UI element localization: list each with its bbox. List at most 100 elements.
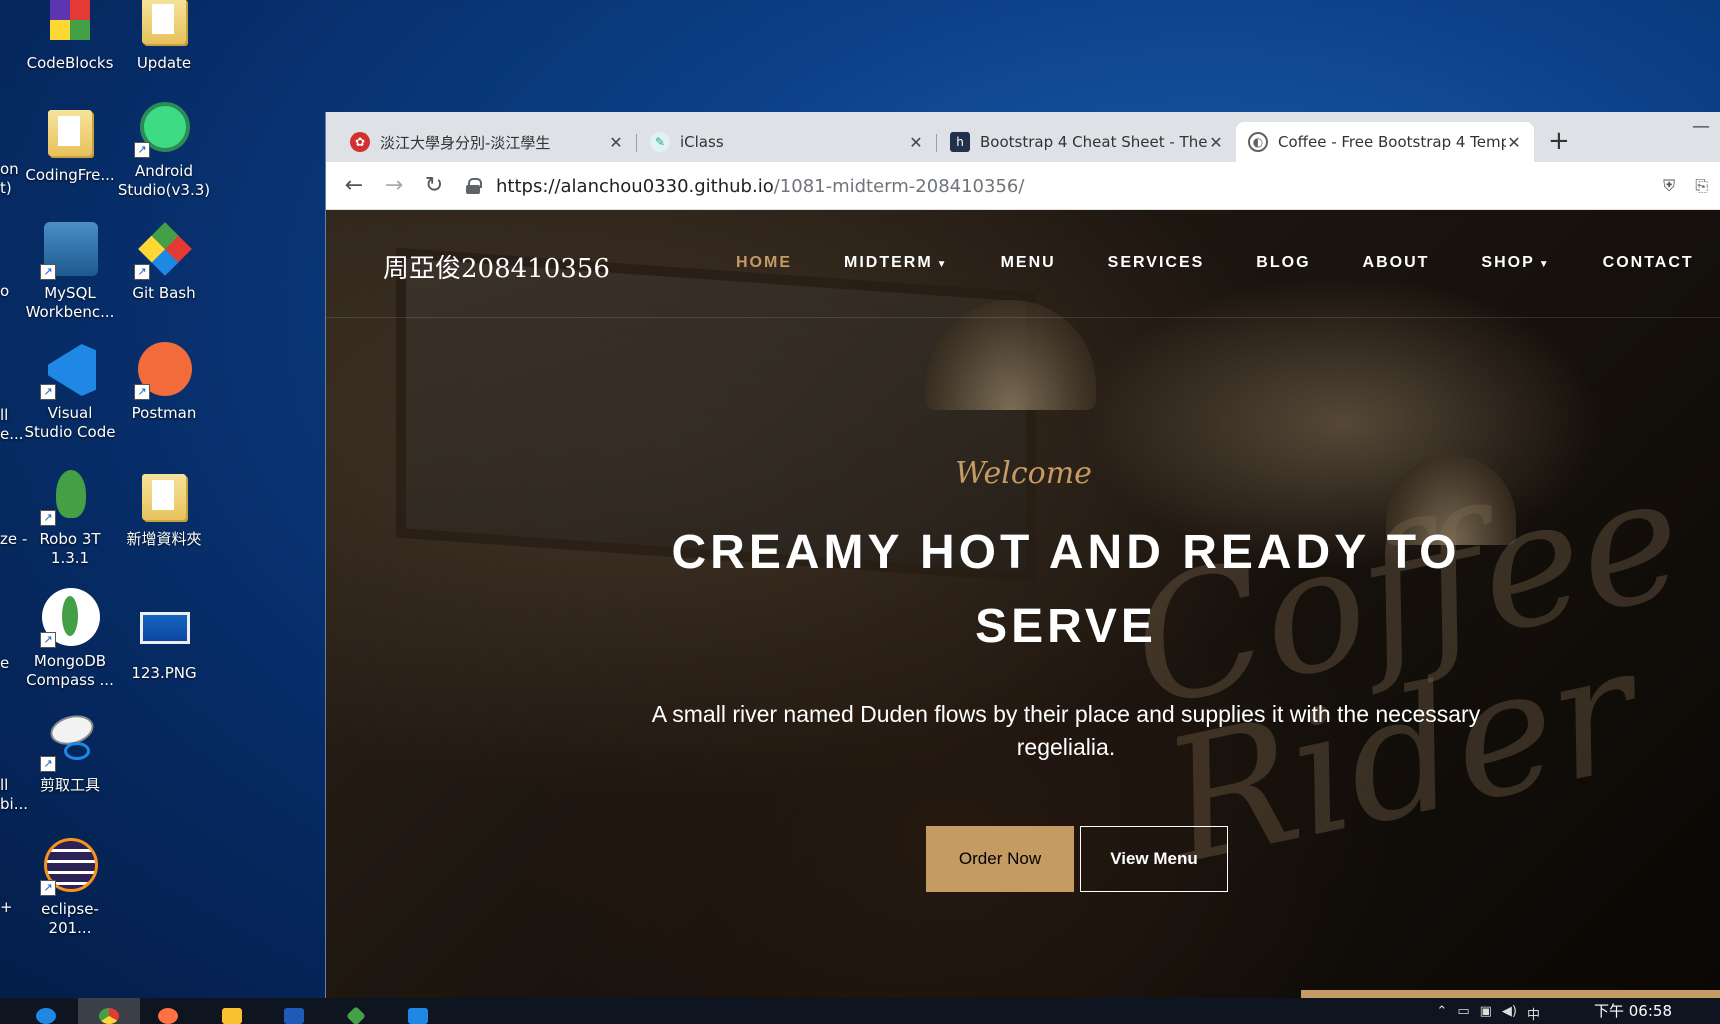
nav-menu[interactable]: MENU xyxy=(1001,254,1056,272)
nav-blog[interactable]: BLOG xyxy=(1256,254,1310,272)
reload-icon[interactable]: ↻ xyxy=(414,173,454,198)
desktop-icon-postman[interactable]: ↗ Postman xyxy=(116,340,212,423)
taskbar: ⌃ ▭ ▣ ◀) 中 下午 06:58 xyxy=(0,998,1720,1024)
desktop-icon-git-bash[interactable]: ↗ Git Bash xyxy=(116,220,212,303)
nav-shop-label: SHOP xyxy=(1481,254,1535,271)
mongodb-compass-icon: ↗ xyxy=(40,588,100,648)
desktop-icon-mysql-workbench[interactable]: ↗ MySQL Workbenc... xyxy=(22,220,118,322)
folder-icon xyxy=(134,466,194,526)
partial-label: bi... xyxy=(0,795,28,813)
taskbar-vscode[interactable] xyxy=(404,998,432,1024)
desktop-icon-mongodb-compass[interactable]: ↗ MongoDB Compass ... xyxy=(22,588,118,690)
postman-icon: ↗ xyxy=(134,340,194,400)
git-icon xyxy=(346,1006,366,1024)
partial-label: ze - xyxy=(0,530,28,548)
url-host: https://alanchou0330.github.io xyxy=(496,175,774,197)
view-menu-button[interactable]: View Menu xyxy=(1080,826,1228,892)
nav-links: HOME MIDTERM ▼ MENU SERVICES BLOG ABOUT S… xyxy=(736,254,1720,272)
desktop-icon-label: 新增資料夾 xyxy=(126,530,202,548)
address-bar[interactable]: https://alanchou0330.github.io/1081-midt… xyxy=(466,170,1720,202)
lock-icon xyxy=(466,178,482,194)
close-icon[interactable]: ✕ xyxy=(1506,133,1522,152)
back-arrow-icon[interactable]: ← xyxy=(334,173,374,198)
nav-contact[interactable]: CONTACT xyxy=(1603,254,1694,272)
folder-icon xyxy=(40,102,100,162)
hero-subtext: A small river named Duden flows by their… xyxy=(651,701,1481,760)
tku-icon: ✿ xyxy=(350,132,370,152)
android-studio-icon: ↗ xyxy=(134,98,194,158)
desktop-icon-label: eclipse-201... xyxy=(41,900,99,937)
tab-coffee[interactable]: ◐ Coffee - Free Bootstrap 4 Temp ✕ xyxy=(1236,122,1534,162)
desktop-icon-label: Visual Studio Code xyxy=(24,404,116,441)
tab-divider xyxy=(936,134,937,152)
partial-label: t) xyxy=(0,179,12,197)
partial-label: ll xyxy=(0,406,9,424)
codeblocks-icon xyxy=(40,0,100,50)
chrome-icon xyxy=(99,1008,119,1024)
taskbar-word[interactable] xyxy=(280,998,308,1024)
desktop-icon-codingfree[interactable]: CodingFre... xyxy=(22,102,118,185)
site-navbar: 周亞俊208410356 HOME MIDTERM ▼ MENU SERVICES… xyxy=(326,210,1720,318)
desktop-icon-android-studio[interactable]: ↗ Android Studio(v3.3) xyxy=(116,98,212,200)
taskbar-chrome[interactable] xyxy=(78,998,140,1024)
desktop-icon-codeblocks[interactable]: CodeBlocks xyxy=(22,0,118,73)
tab-tku[interactable]: ✿ 淡江大學身分別-淡江學生 ✕ xyxy=(338,122,636,162)
desktop-icon-123-png[interactable]: 123.PNG xyxy=(116,600,212,683)
close-icon[interactable]: ✕ xyxy=(908,133,924,152)
translate-icon[interactable]: ⎘ xyxy=(1695,176,1708,196)
partial-label: e... xyxy=(0,425,24,443)
caret-down-icon: ▼ xyxy=(1538,259,1551,270)
nav-midterm[interactable]: MIDTERM ▼ xyxy=(844,254,949,272)
desktop-icon-vscode[interactable]: ↗ Visual Studio Code xyxy=(22,340,118,442)
close-icon[interactable]: ✕ xyxy=(608,133,624,152)
notification-icon[interactable]: ▣ xyxy=(1480,1004,1492,1023)
nav-shop[interactable]: SHOP ▼ xyxy=(1481,254,1550,272)
h-icon: h xyxy=(950,132,970,152)
nav-services[interactable]: SERVICES xyxy=(1108,254,1205,272)
desktop-icon-label: MongoDB Compass ... xyxy=(26,652,114,689)
taskbar-explorer[interactable] xyxy=(218,998,246,1024)
desktop-icon-snipping-tool[interactable]: ↗ 剪取工具 xyxy=(22,710,118,795)
word-icon xyxy=(284,1008,304,1024)
url-path: /1081-midterm-208410356/ xyxy=(773,175,1025,197)
network-icon[interactable]: ▭ xyxy=(1457,1004,1469,1023)
taskbar-edge[interactable] xyxy=(32,998,60,1024)
desktop-icon-label: Robo 3T 1.3.1 xyxy=(39,530,101,567)
accent-strip xyxy=(1301,990,1720,998)
image-file-icon xyxy=(134,600,194,660)
desktop-icon-robo3t[interactable]: ↗ Robo 3T 1.3.1 xyxy=(22,466,118,568)
tab-bootstrap-cheatsheet[interactable]: h Bootstrap 4 Cheat Sheet - The u ✕ xyxy=(938,122,1236,162)
tab-title: Coffee - Free Bootstrap 4 Temp xyxy=(1278,133,1506,151)
taskbar-git[interactable] xyxy=(342,998,370,1024)
ime-indicator[interactable]: 中 xyxy=(1527,1004,1540,1023)
tab-divider xyxy=(636,134,637,152)
tab-title: 淡江大學身分別-淡江學生 xyxy=(380,133,551,152)
desktop-icon-label: Android Studio(v3.3) xyxy=(117,162,211,199)
nav-midterm-label: MIDTERM xyxy=(844,254,933,271)
globe-icon: ◐ xyxy=(1248,132,1268,152)
minimize-button[interactable]: — xyxy=(1692,116,1710,137)
desktop-icon-eclipse[interactable]: ↗ eclipse-201... xyxy=(22,836,118,938)
volume-icon[interactable]: ◀) xyxy=(1502,1004,1517,1023)
nav-home[interactable]: HOME xyxy=(736,254,792,272)
chevron-up-icon[interactable]: ⌃ xyxy=(1436,1004,1447,1023)
taskbar-clock[interactable]: 下午 06:58 xyxy=(1594,1000,1672,1021)
toolbar-extensions: ⛨ ⎘ xyxy=(1663,176,1708,196)
close-icon[interactable]: ✕ xyxy=(1208,133,1224,152)
iclass-icon: ✎ xyxy=(650,132,670,152)
partial-label: o xyxy=(0,282,10,300)
desktop-icon-new-folder[interactable]: 新增資料夾 xyxy=(116,466,212,549)
eclipse-icon: ↗ xyxy=(40,836,100,896)
taskbar-firefox[interactable] xyxy=(154,998,182,1024)
tab-iclass[interactable]: ✎ iClass ✕ xyxy=(638,122,936,162)
desktop-icon-update[interactable]: Update xyxy=(116,0,212,73)
desktop-icon-label: 剪取工具 xyxy=(39,776,100,794)
partial-label: ll xyxy=(0,776,9,794)
new-tab-button[interactable]: + xyxy=(1548,126,1570,156)
caret-down-icon: ▼ xyxy=(936,259,949,270)
order-now-button[interactable]: Order Now xyxy=(926,826,1074,892)
nav-about[interactable]: ABOUT xyxy=(1363,254,1430,272)
site-brand[interactable]: 周亞俊208410356 xyxy=(383,248,610,285)
shield-blocked-icon[interactable]: ⛨ xyxy=(1663,176,1675,196)
forward-arrow-icon[interactable]: → xyxy=(374,173,414,198)
